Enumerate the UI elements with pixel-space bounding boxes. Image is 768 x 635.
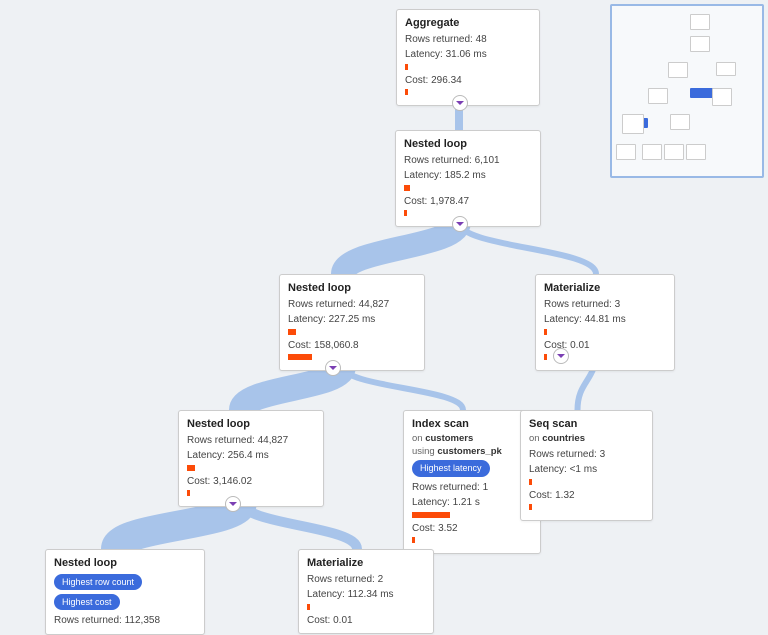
collapse-toggle-icon[interactable] [225, 496, 241, 512]
node-nested-loop-2[interactable]: Nested loop Rows returned: 44,827 Latenc… [279, 274, 425, 371]
node-title: Seq scan [529, 417, 644, 432]
latency-bar [405, 64, 408, 70]
node-title: Materialize [544, 281, 666, 296]
badge-highest-row-count: Highest row count [54, 574, 142, 590]
latency-line: Latency: 31.06 ms [405, 48, 531, 62]
node-nested-loop-1[interactable]: Nested loop Rows returned: 6,101 Latency… [395, 130, 541, 227]
node-title: Nested loop [54, 556, 196, 571]
cost-line: Cost: 296.34 [405, 74, 531, 88]
node-title: Nested loop [288, 281, 416, 296]
rows-line: Rows returned: 48 [405, 33, 531, 47]
cost-bar [405, 89, 408, 95]
node-title: Index scan [412, 417, 532, 432]
node-aggregate[interactable]: Aggregate Rows returned: 48 Latency: 31.… [396, 9, 540, 106]
minimap[interactable] [610, 4, 764, 178]
collapse-toggle-icon[interactable] [553, 348, 569, 364]
badge-highest-latency: Highest latency [412, 460, 490, 476]
node-nested-loop-4[interactable]: Nested loop Highest row count Highest co… [45, 549, 205, 635]
collapse-toggle-icon[interactable] [452, 216, 468, 232]
collapse-toggle-icon[interactable] [452, 95, 468, 111]
node-nested-loop-3[interactable]: Nested loop Rows returned: 44,827 Latenc… [178, 410, 324, 507]
node-title: Materialize [307, 556, 425, 571]
node-materialize-2[interactable]: Materialize Rows returned: 2 Latency: 11… [298, 549, 434, 634]
node-title: Nested loop [187, 417, 315, 432]
node-title: Nested loop [404, 137, 532, 152]
node-seq-scan[interactable]: Seq scan on countries Rows returned: 3 L… [520, 410, 653, 521]
badge-highest-cost: Highest cost [54, 594, 120, 610]
collapse-toggle-icon[interactable] [325, 360, 341, 376]
node-title: Aggregate [405, 16, 531, 31]
